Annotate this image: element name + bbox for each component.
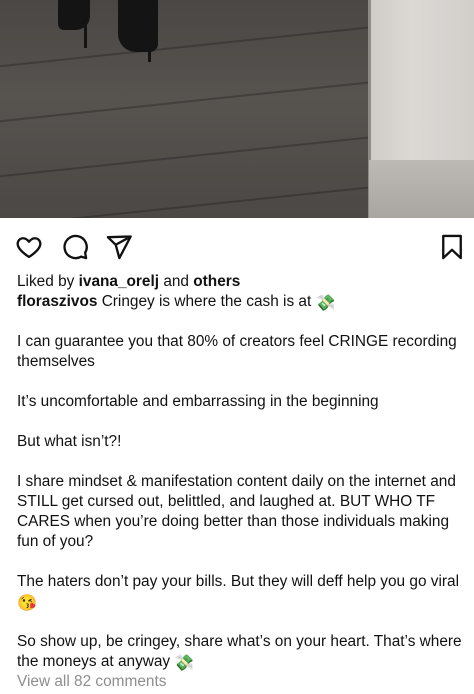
heel-right — [148, 40, 151, 62]
caption-paragraph: I share mindset & manifestation content … — [17, 473, 456, 550]
likes-connector: and — [163, 273, 189, 290]
liked-by-user-link[interactable]: ivana_orelj — [79, 273, 159, 290]
likes-line: Liked by ivana_orelj and others — [17, 272, 462, 292]
caption-paragraph: I can guarantee you that 80% of creators… — [17, 333, 457, 370]
paper-plane-icon — [106, 235, 132, 260]
caption-headline: Cringey is where the cash is at — [101, 293, 312, 310]
heart-icon — [16, 237, 42, 259]
money-emoji-icon: 💸 — [315, 295, 336, 312]
caption-first-line: floraszivos Cringey is where the cash is… — [17, 292, 462, 312]
caption-text: So show up, be cringey, share what’s on … — [17, 633, 462, 670]
like-button[interactable] — [14, 232, 44, 262]
baseboard — [369, 160, 474, 218]
post-media[interactable] — [0, 0, 474, 218]
share-button[interactable] — [104, 232, 134, 262]
post-action-bar — [0, 218, 474, 274]
comment-button[interactable] — [60, 232, 90, 262]
view-comments-link[interactable]: View all 82 comments — [17, 672, 462, 692]
heel-left — [84, 24, 87, 48]
likes-prefix: Liked by — [17, 273, 75, 290]
save-button[interactable] — [437, 232, 467, 262]
caption-text: The haters don’t pay your bills. But the… — [17, 573, 460, 590]
author-username-link[interactable]: floraszivos — [17, 293, 97, 310]
caption-paragraph: But what isn’t?! — [17, 433, 122, 450]
kiss-emoji-icon: 😘 — [17, 595, 37, 612]
caption-paragraph: The haters don’t pay your bills. But the… — [17, 572, 462, 612]
caption-paragraph: So show up, be cringey, share what’s on … — [17, 632, 462, 672]
shoe-right — [118, 0, 158, 52]
caption-paragraph: It’s uncomfortable and embarrassing in t… — [17, 393, 379, 410]
money-emoji-icon: 💸 — [174, 655, 195, 672]
bookmark-icon — [442, 234, 462, 260]
comment-icon — [63, 234, 88, 260]
post-caption: Liked by ivana_orelj and others floraszi… — [17, 272, 462, 692]
likes-others-link[interactable]: others — [193, 273, 240, 290]
